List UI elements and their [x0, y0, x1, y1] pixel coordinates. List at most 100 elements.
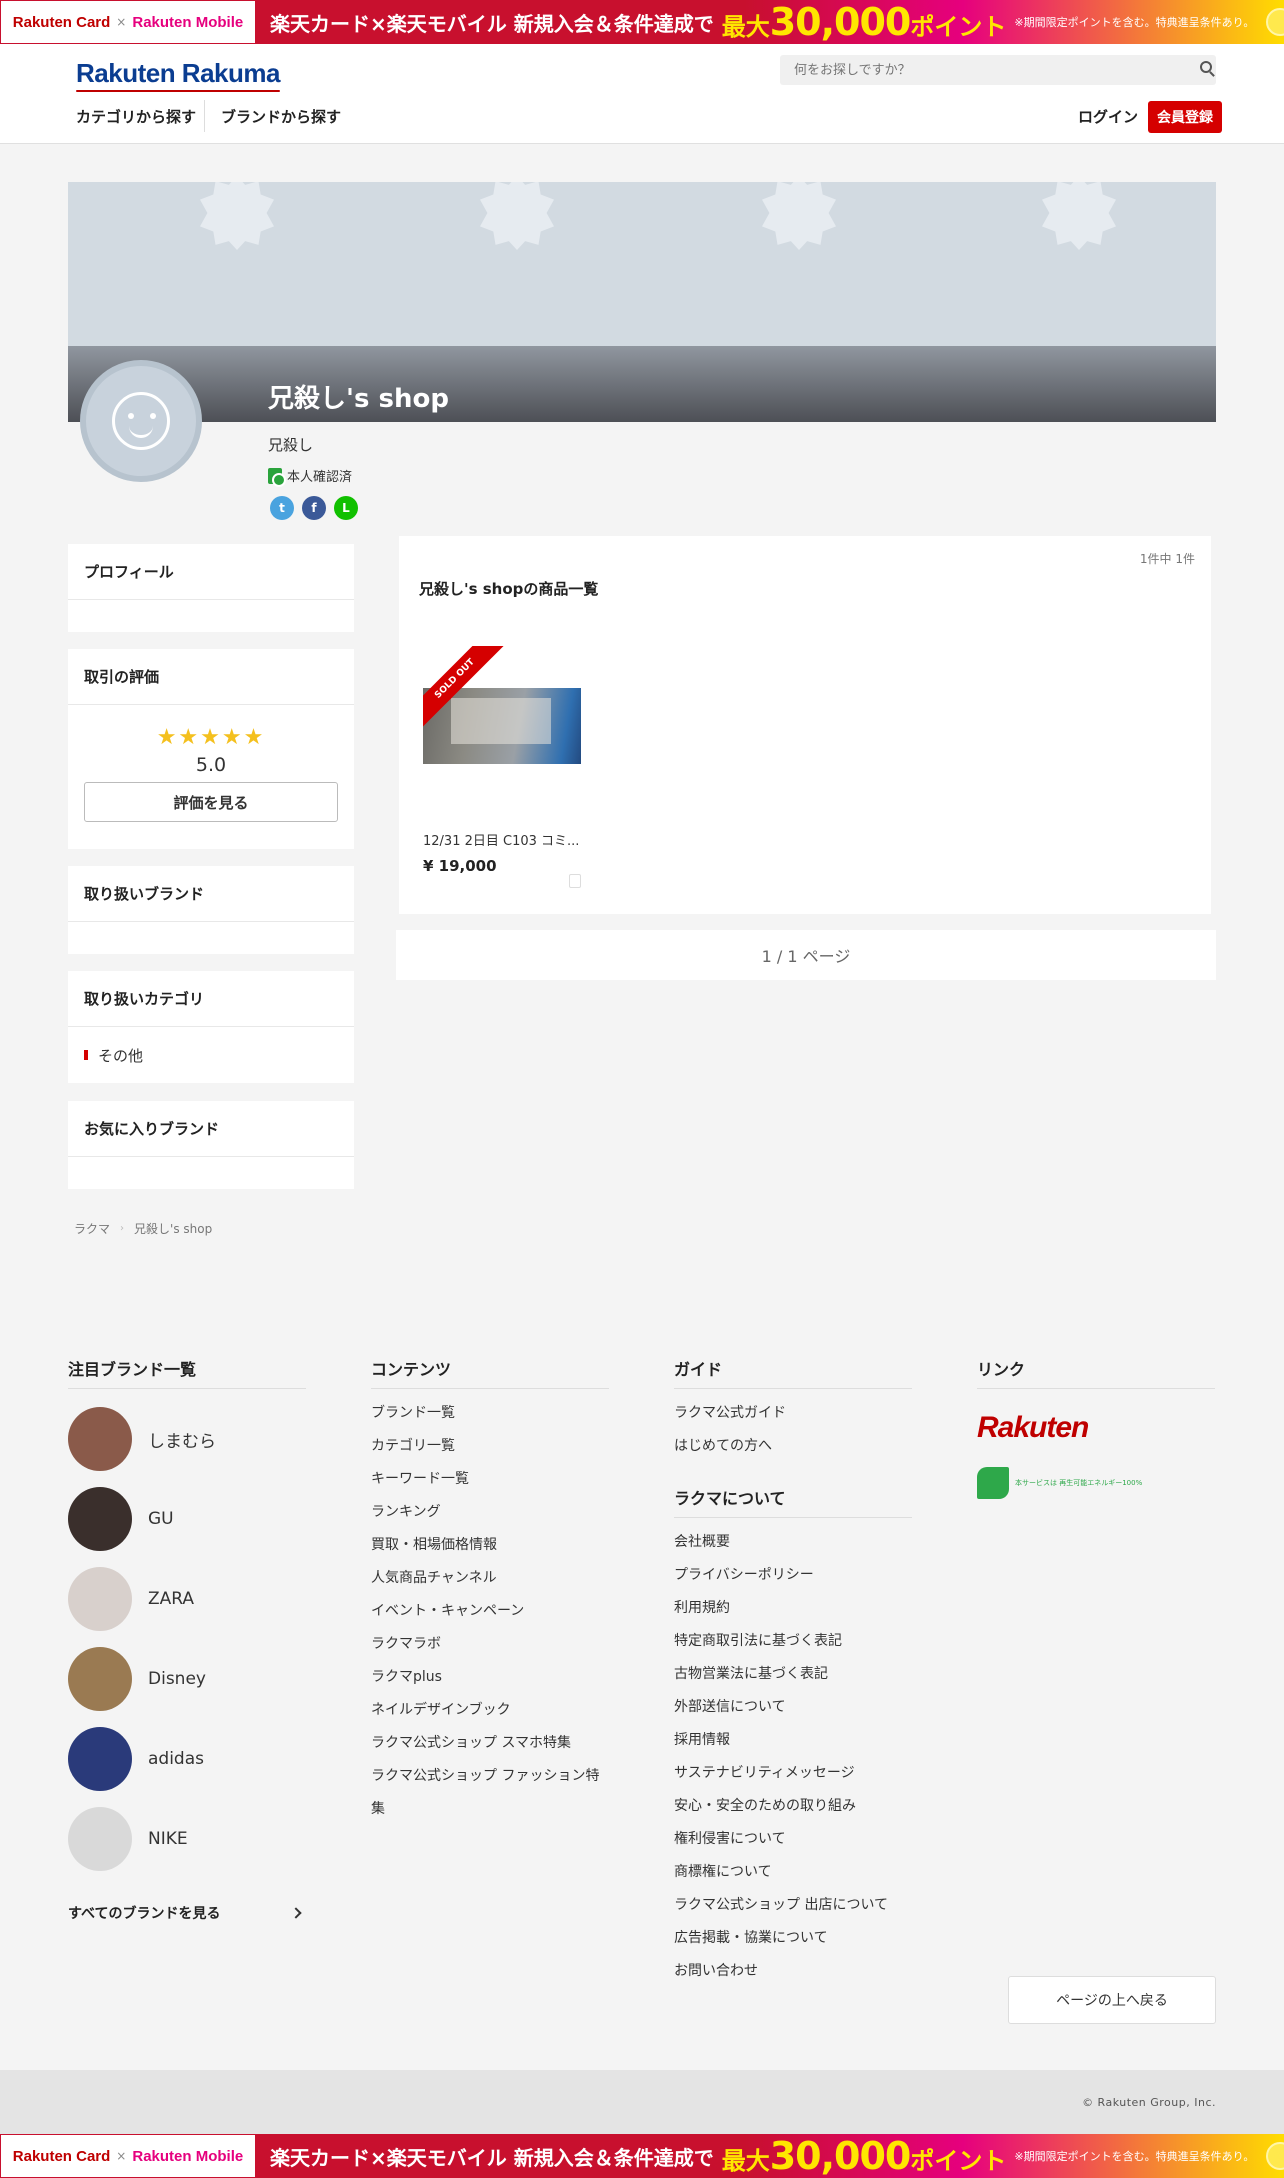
avatar [80, 360, 202, 482]
rating-stars-icon: ★★★★★ [156, 725, 266, 750]
footer-about-link[interactable]: 利用規約 [674, 1592, 912, 1625]
item-price: ¥ 19,000 [423, 857, 497, 875]
footer-content-link[interactable]: イベント・キャンペーン [371, 1595, 609, 1628]
promo-text: 楽天カード×楽天モバイル 新規入会＆条件達成で [270, 2145, 714, 2170]
footer-about-link[interactable]: 採用情報 [674, 1724, 912, 1757]
footer-about-link[interactable]: サステナビリティメッセージ [674, 1757, 912, 1790]
footer-guide-link[interactable]: ラクマ公式ガイド [674, 1397, 912, 1430]
copyright-bar: © Rakuten Group, Inc. [0, 2070, 1284, 2134]
back-to-top-button[interactable]: ページの上へ戻る [1008, 1976, 1216, 2024]
shop-owner: 兄殺し [268, 436, 314, 454]
rakuten-card-logo: Rakuten Card [12, 13, 111, 31]
footer-about-link[interactable]: 外部送信について [674, 1691, 912, 1724]
category-item[interactable]: その他 [68, 1027, 354, 1083]
smiley-icon [112, 392, 170, 450]
footer-content-link[interactable]: ネイルデザインブック [371, 1694, 609, 1727]
promo-max: 最大 [721, 2147, 770, 2175]
footer-content-link[interactable]: カテゴリ一覧 [371, 1430, 609, 1463]
all-brands-label: すべてのブランドを見る [68, 1906, 221, 1922]
verified-status: 本人確認済 [268, 466, 353, 487]
item-name[interactable]: 12/31 2日目 C103 コミ... [423, 830, 581, 849]
like-icon[interactable] [569, 874, 581, 888]
brand-item[interactable]: ZARA [68, 1559, 306, 1639]
footer-about-link[interactable]: 古物営業法に基づく表記 [674, 1658, 912, 1691]
footer-about-link[interactable]: 広告掲載・協業について [674, 1922, 912, 1955]
view-reviews-button[interactable]: 評価を見る [84, 782, 338, 822]
green-leaf-icon [977, 1467, 1009, 1499]
rakuten-logo[interactable]: Rakuten [977, 1411, 1215, 1445]
footer-about-link[interactable]: ラクマ公式ショップ 出店について [674, 1889, 912, 1922]
pager: 1 / 1 ページ [396, 930, 1216, 980]
footer-content-link[interactable]: ラクマ公式ショップ ファッション特集 [371, 1760, 609, 1826]
nav-category[interactable]: カテゴリから探す [76, 106, 196, 127]
brand-item[interactable]: しまむら [68, 1399, 306, 1479]
footer-about-link[interactable]: 会社概要 [674, 1526, 912, 1559]
brand-item[interactable]: NIKE [68, 1799, 306, 1879]
footer-about-link[interactable]: 安心・安全のための取り組み [674, 1790, 912, 1823]
chevron-right-icon [290, 1907, 302, 1919]
guide-list: ラクマ公式ガイド はじめての方へ [674, 1397, 912, 1463]
profile-body [68, 600, 354, 632]
search-input[interactable] [780, 55, 1216, 85]
breadcrumb-home[interactable]: ラクマ [74, 1220, 110, 1237]
brand-thumbnail [68, 1647, 132, 1711]
green-energy-badge[interactable]: 本サービスは 再生可能エネルギー100% [977, 1467, 1215, 1499]
footer-brands: 注目ブランド一覧 しまむら GU ZARA Disney adidas NIKE すべての… [68, 1356, 306, 1923]
footer-content-link[interactable]: ランキング [371, 1496, 609, 1529]
footer-about-link[interactable]: 商標権について [674, 1856, 912, 1889]
facebook-icon[interactable]: f [302, 496, 326, 520]
lightbulb-icon [1266, 2142, 1284, 2170]
about-list: 会社概要 プライバシーポリシー 利用規約 特定商取引法に基づく表記 古物営業法に基づく表… [674, 1526, 912, 1988]
footer-links-heading: リンク [977, 1356, 1215, 1389]
brand-thumbnail [68, 1807, 132, 1871]
rakuma-logo[interactable]: Rakuten Rakuma [76, 58, 280, 92]
footer-about-heading: ラクマについて [674, 1485, 912, 1518]
search-icon[interactable] [1200, 61, 1212, 73]
signup-button[interactable]: 会員登録 [1148, 101, 1222, 133]
footer-content-link[interactable]: キーワード一覧 [371, 1463, 609, 1496]
promo-text: 楽天カード×楽天モバイル 新規入会＆条件達成で [270, 11, 714, 36]
item-card[interactable]: SOLD OUT 12/31 2日目 C103 コミ... ¥ 19,000 [423, 646, 581, 888]
promo-banner-bottom[interactable]: Rakuten Card × Rakuten Mobile 楽天カード×楽天モバ… [0, 2134, 1284, 2178]
rakuten-mobile-logo: Rakuten Mobile [132, 2147, 244, 2165]
footer-content-link[interactable]: ラクマ公式ショップ スマホ特集 [371, 1727, 609, 1760]
footer-about-link[interactable]: お問い合わせ [674, 1955, 912, 1988]
brands-heading: 取り扱いブランド [68, 866, 354, 922]
promo-note: ※期間限定ポイントを含む。特典進呈条件あり。 [1014, 2150, 1255, 2163]
footer-guide-link[interactable]: はじめての方へ [674, 1430, 912, 1463]
footer-content-link[interactable]: 人気商品チャンネル [371, 1562, 609, 1595]
all-brands-link[interactable]: すべてのブランドを見る [68, 1903, 306, 1923]
promo-points-suffix: ポイント [910, 13, 1007, 41]
cover-pattern-icon [1042, 182, 1116, 250]
fav-brands-heading: お気に入りブランド [68, 1101, 354, 1157]
brand-thumbnail [68, 1567, 132, 1631]
promo-logos: Rakuten Card × Rakuten Mobile [0, 2134, 256, 2178]
reviews-heading: 取引の評価 [68, 649, 354, 705]
footer-guide-heading: ガイド [674, 1356, 912, 1389]
footer-about-link[interactable]: プライバシーポリシー [674, 1559, 912, 1592]
verified-label: 本人確認済 [287, 470, 353, 485]
footer-about-link[interactable]: 特定商取引法に基づく表記 [674, 1625, 912, 1658]
footer-content-link[interactable]: ブランド一覧 [371, 1397, 609, 1430]
brand-name: GU [148, 1509, 174, 1529]
footer-about-link[interactable]: 権利侵害について [674, 1823, 912, 1856]
profile-heading: プロフィール [68, 544, 354, 600]
login-link[interactable]: ログイン [1078, 106, 1138, 127]
brand-item[interactable]: Disney [68, 1639, 306, 1719]
categories-card: 取り扱いカテゴリ その他 [68, 971, 354, 1083]
nav-brand[interactable]: ブランドから探す [221, 106, 341, 127]
footer-content-link[interactable]: ラクマラボ [371, 1628, 609, 1661]
line-icon[interactable]: L [334, 496, 358, 520]
footer-content-link[interactable]: 買取・相場価格情報 [371, 1529, 609, 1562]
breadcrumb-current: 兄殺し's shop [134, 1222, 213, 1236]
brand-item[interactable]: GU [68, 1479, 306, 1559]
rakuten-mobile-logo: Rakuten Mobile [132, 13, 244, 31]
brand-item[interactable]: adidas [68, 1719, 306, 1799]
twitter-icon[interactable]: t [270, 496, 294, 520]
contents-list: ブランド一覧 カテゴリ一覧 キーワード一覧 ランキング 買取・相場価格情報 人気商品チャン… [371, 1397, 609, 1826]
item-image[interactable]: SOLD OUT [423, 646, 581, 804]
promo-banner[interactable]: Rakuten Card × Rakuten Mobile 楽天カード×楽天モバ… [0, 0, 1284, 44]
promo-separator: × [116, 2149, 127, 2163]
footer-content-link[interactable]: ラクマplus [371, 1661, 609, 1694]
items-card: 1件中 1件 兄殺し's shopの商品一覧 SOLD OUT 12/31 2日… [399, 536, 1211, 914]
